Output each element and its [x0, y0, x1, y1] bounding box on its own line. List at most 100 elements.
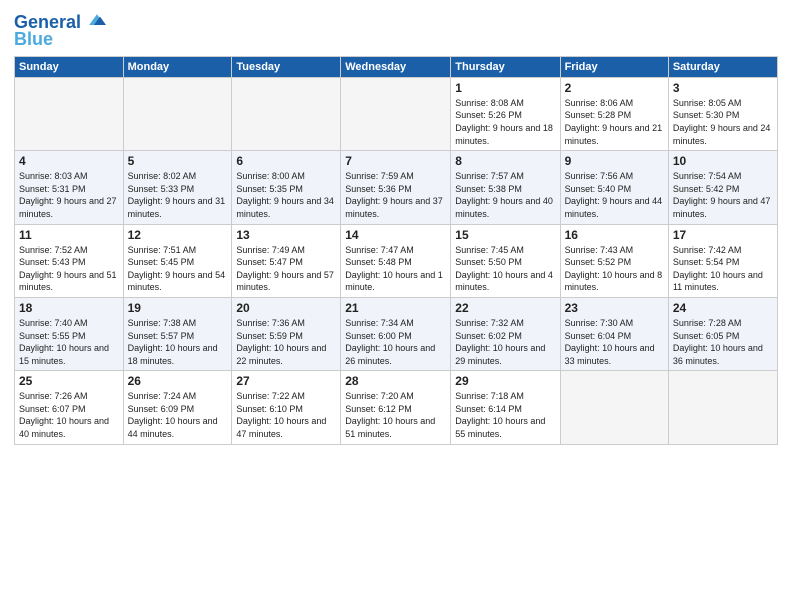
day-number: 5 [128, 154, 228, 168]
calendar-cell: 24 Sunrise: 7:28 AMSunset: 6:05 PMDayligh… [668, 297, 777, 370]
calendar: SundayMondayTuesdayWednesdayThursdayFrid… [14, 56, 778, 445]
day-number: 27 [236, 374, 336, 388]
day-number: 11 [19, 228, 119, 242]
logo-icon [88, 10, 106, 28]
calendar-cell: 25 Sunrise: 7:26 AMSunset: 6:07 PMDayligh… [15, 371, 124, 444]
calendar-cell: 20Sunrise: 7:36 AMSunset: 5:59 PMDayligh… [232, 297, 341, 370]
calendar-cell: 14 Sunrise: 7:47 AMSunset: 5:48 PMDayligh… [341, 224, 451, 297]
day-info: Sunrise: 7:59 AMSunset: 5:36 PMDaylight:… [345, 170, 446, 220]
calendar-cell: 15 Sunrise: 7:45 AMSunset: 5:50 PMDayligh… [451, 224, 560, 297]
day-info: Sunrise: 7:42 AMSunset: 5:54 PMDaylight:… [673, 244, 773, 294]
day-info: Sunrise: 7:32 AMSunset: 6:02 PMDaylight:… [455, 317, 555, 367]
day-info: Sunrise: 8:03 AMSunset: 5:31 PMDaylight:… [19, 170, 119, 220]
day-number: 1 [455, 81, 555, 95]
header: General Blue [14, 10, 778, 50]
day-number: 18 [19, 301, 119, 315]
calendar-cell: 6 Sunrise: 8:00 AMSunset: 5:35 PMDaylight… [232, 151, 341, 224]
day-info: Sunrise: 7:28 AMSunset: 6:05 PMDaylight:… [673, 317, 773, 367]
week-row-0: 1 Sunrise: 8:08 AMSunset: 5:26 PMDaylight… [15, 77, 778, 150]
day-number: 22 [455, 301, 555, 315]
col-header-saturday: Saturday [668, 56, 777, 77]
calendar-cell: 27Sunrise: 7:22 AMSunset: 6:10 PMDayligh… [232, 371, 341, 444]
day-number: 7 [345, 154, 446, 168]
day-info: Sunrise: 7:49 AMSunset: 5:47 PMDaylight:… [236, 244, 336, 294]
calendar-cell [123, 77, 232, 150]
calendar-cell [15, 77, 124, 150]
day-number: 6 [236, 154, 336, 168]
day-number: 4 [19, 154, 119, 168]
week-row-2: 11 Sunrise: 7:52 AMSunset: 5:43 PMDayligh… [15, 224, 778, 297]
day-number: 2 [565, 81, 664, 95]
calendar-cell: 8 Sunrise: 7:57 AMSunset: 5:38 PMDaylight… [451, 151, 560, 224]
day-number: 17 [673, 228, 773, 242]
calendar-cell [560, 371, 668, 444]
col-header-friday: Friday [560, 56, 668, 77]
day-number: 15 [455, 228, 555, 242]
calendar-cell: 26 Sunrise: 7:24 AMSunset: 6:09 PMDayligh… [123, 371, 232, 444]
calendar-cell [341, 77, 451, 150]
day-info: Sunrise: 7:45 AMSunset: 5:50 PMDaylight:… [455, 244, 555, 294]
day-info: Sunrise: 7:34 AMSunset: 6:00 PMDaylight:… [345, 317, 446, 367]
col-header-sunday: Sunday [15, 56, 124, 77]
day-info: Sunrise: 7:43 AMSunset: 5:52 PMDaylight:… [565, 244, 664, 294]
calendar-cell: 17 Sunrise: 7:42 AMSunset: 5:54 PMDayligh… [668, 224, 777, 297]
day-number: 26 [128, 374, 228, 388]
day-info: Sunrise: 7:20 AMSunset: 6:12 PMDaylight:… [345, 390, 446, 440]
day-info: Sunrise: 7:24 AMSunset: 6:09 PMDaylight:… [128, 390, 228, 440]
day-number: 29 [455, 374, 555, 388]
day-info: Sunrise: 8:05 AMSunset: 5:30 PMDaylight:… [673, 97, 773, 147]
day-number: 14 [345, 228, 446, 242]
calendar-cell: 4 Sunrise: 8:03 AMSunset: 5:31 PMDaylight… [15, 151, 124, 224]
calendar-cell: 11 Sunrise: 7:52 AMSunset: 5:43 PMDayligh… [15, 224, 124, 297]
calendar-cell: 23 Sunrise: 7:30 AMSunset: 6:04 PMDayligh… [560, 297, 668, 370]
day-number: 24 [673, 301, 773, 315]
day-number: 28 [345, 374, 446, 388]
day-info: Sunrise: 7:18 AMSunset: 6:14 PMDaylight:… [455, 390, 555, 440]
calendar-cell: 13 Sunrise: 7:49 AMSunset: 5:47 PMDayligh… [232, 224, 341, 297]
calendar-cell: 12Sunrise: 7:51 AMSunset: 5:45 PMDayligh… [123, 224, 232, 297]
page: General Blue SundayMondayTuesdayWednesda… [0, 0, 792, 612]
calendar-cell: 22 Sunrise: 7:32 AMSunset: 6:02 PMDayligh… [451, 297, 560, 370]
day-number: 21 [345, 301, 446, 315]
day-number: 13 [236, 228, 336, 242]
col-header-thursday: Thursday [451, 56, 560, 77]
calendar-cell: 5 Sunrise: 8:02 AMSunset: 5:33 PMDaylight… [123, 151, 232, 224]
day-info: Sunrise: 7:56 AMSunset: 5:40 PMDaylight:… [565, 170, 664, 220]
day-number: 10 [673, 154, 773, 168]
day-info: Sunrise: 8:06 AMSunset: 5:28 PMDaylight:… [565, 97, 664, 147]
calendar-cell: 1 Sunrise: 8:08 AMSunset: 5:26 PMDaylight… [451, 77, 560, 150]
day-number: 25 [19, 374, 119, 388]
day-info: Sunrise: 7:47 AMSunset: 5:48 PMDaylight:… [345, 244, 446, 294]
day-info: Sunrise: 7:51 AMSunset: 5:45 PMDaylight:… [128, 244, 228, 294]
week-row-1: 4 Sunrise: 8:03 AMSunset: 5:31 PMDaylight… [15, 151, 778, 224]
day-info: Sunrise: 8:08 AMSunset: 5:26 PMDaylight:… [455, 97, 555, 147]
calendar-cell: 7 Sunrise: 7:59 AMSunset: 5:36 PMDaylight… [341, 151, 451, 224]
week-row-4: 25 Sunrise: 7:26 AMSunset: 6:07 PMDayligh… [15, 371, 778, 444]
calendar-cell: 29 Sunrise: 7:18 AMSunset: 6:14 PMDayligh… [451, 371, 560, 444]
day-info: Sunrise: 7:54 AMSunset: 5:42 PMDaylight:… [673, 170, 773, 220]
col-header-tuesday: Tuesday [232, 56, 341, 77]
day-info: Sunrise: 7:30 AMSunset: 6:04 PMDaylight:… [565, 317, 664, 367]
day-info: Sunrise: 7:26 AMSunset: 6:07 PMDaylight:… [19, 390, 119, 440]
day-info: Sunrise: 7:52 AMSunset: 5:43 PMDaylight:… [19, 244, 119, 294]
calendar-cell: 19 Sunrise: 7:38 AMSunset: 5:57 PMDayligh… [123, 297, 232, 370]
day-info: Sunrise: 8:00 AMSunset: 5:35 PMDaylight:… [236, 170, 336, 220]
col-header-monday: Monday [123, 56, 232, 77]
day-number: 3 [673, 81, 773, 95]
day-info: Sunrise: 7:38 AMSunset: 5:57 PMDaylight:… [128, 317, 228, 367]
calendar-cell: 9Sunrise: 7:56 AMSunset: 5:40 PMDaylight… [560, 151, 668, 224]
calendar-cell: 21 Sunrise: 7:34 AMSunset: 6:00 PMDayligh… [341, 297, 451, 370]
day-number: 19 [128, 301, 228, 315]
calendar-header-row: SundayMondayTuesdayWednesdayThursdayFrid… [15, 56, 778, 77]
day-info: Sunrise: 8:02 AMSunset: 5:33 PMDaylight:… [128, 170, 228, 220]
calendar-cell: 10 Sunrise: 7:54 AMSunset: 5:42 PMDayligh… [668, 151, 777, 224]
calendar-cell: 18Sunrise: 7:40 AMSunset: 5:55 PMDayligh… [15, 297, 124, 370]
week-row-3: 18Sunrise: 7:40 AMSunset: 5:55 PMDayligh… [15, 297, 778, 370]
calendar-cell: 3 Sunrise: 8:05 AMSunset: 5:30 PMDaylight… [668, 77, 777, 150]
day-number: 20 [236, 301, 336, 315]
day-number: 16 [565, 228, 664, 242]
day-number: 8 [455, 154, 555, 168]
day-info: Sunrise: 7:57 AMSunset: 5:38 PMDaylight:… [455, 170, 555, 220]
day-number: 23 [565, 301, 664, 315]
calendar-cell: 2 Sunrise: 8:06 AMSunset: 5:28 PMDaylight… [560, 77, 668, 150]
